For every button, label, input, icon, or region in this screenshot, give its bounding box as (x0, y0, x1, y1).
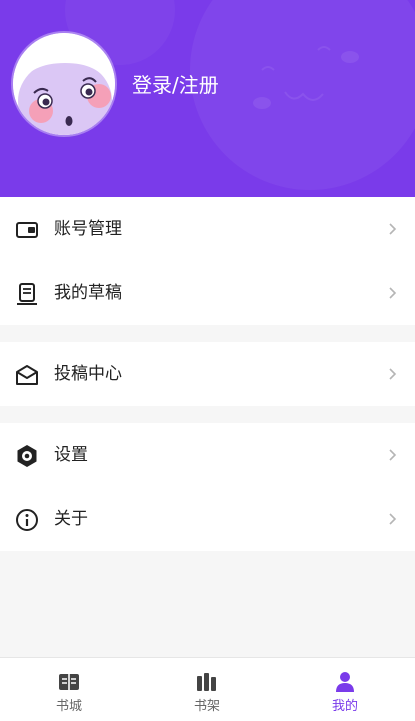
menu-item-label: 我的草稿 (54, 283, 122, 303)
settings-card: 设置 关于 (0, 423, 415, 551)
profile-header: 登录/注册 (0, 0, 415, 197)
tab-mine[interactable]: 我的 (276, 658, 414, 721)
bookshelf-icon (197, 673, 216, 691)
cartoon-face-avatar-icon (13, 33, 115, 135)
tab-bookshelf[interactable]: 书架 (138, 658, 276, 721)
menu-item-submissions[interactable]: 投稿中心 (0, 342, 415, 406)
info-icon (16, 509, 38, 531)
avatar[interactable] (13, 33, 115, 135)
document-icon (17, 283, 37, 305)
chevron-right-icon (389, 287, 397, 299)
menu-item-account[interactable]: 账号管理 (0, 197, 415, 261)
menu-item-label: 设置 (54, 445, 88, 465)
menu-item-about[interactable]: 关于 (0, 487, 415, 551)
menu-item-drafts[interactable]: 我的草稿 (0, 261, 415, 325)
menu-item-settings[interactable]: 设置 (0, 423, 415, 487)
menu-item-label: 投稿中心 (54, 364, 122, 384)
menu-item-label: 关于 (54, 509, 88, 529)
login-register-link[interactable]: 登录/注册 (132, 71, 219, 99)
person-icon (336, 672, 354, 692)
tab-bookstore[interactable]: 书城 (0, 658, 138, 721)
mail-icon (16, 365, 38, 385)
menu-item-label: 账号管理 (54, 219, 122, 239)
account-card: 账号管理 我的草稿 (0, 197, 415, 325)
chevron-right-icon (389, 368, 397, 380)
bottom-tab-bar: 书城 书架 我的 (0, 657, 415, 721)
open-book-icon (59, 674, 79, 690)
chevron-right-icon (389, 513, 397, 525)
chevron-right-icon (389, 449, 397, 461)
tab-label: 书城 (55, 699, 82, 714)
tab-label: 书架 (193, 699, 220, 714)
tab-label: 我的 (331, 699, 358, 714)
chevron-right-icon (389, 223, 397, 235)
wallet-icon (16, 222, 38, 238)
settings-icon (17, 445, 37, 467)
submission-card: 投稿中心 (0, 342, 415, 406)
